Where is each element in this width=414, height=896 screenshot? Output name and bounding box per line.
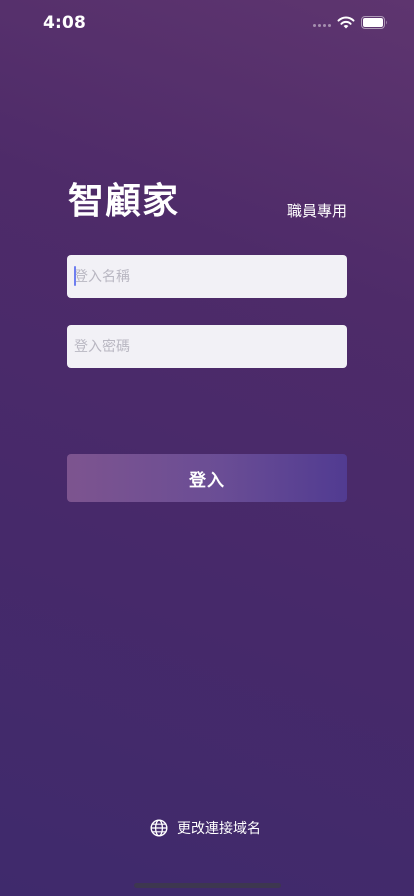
password-input[interactable] <box>67 325 347 368</box>
change-domain-label: 更改連接域名 <box>177 821 261 837</box>
battery-icon <box>361 16 387 29</box>
change-domain-button[interactable]: 更改連接域名 <box>150 818 261 838</box>
status-bar: 4:08 <box>0 0 414 46</box>
login-button[interactable]: 登入 <box>67 454 347 502</box>
status-time: 4:08 <box>43 13 87 33</box>
text-caret <box>74 266 76 286</box>
cellular-signal-icon <box>313 24 331 27</box>
wifi-icon <box>337 16 355 29</box>
globe-icon <box>150 819 168 837</box>
login-screen: 4:08 智顧家 職員專用 登入 更改連接域名 <box>0 0 414 896</box>
home-indicator[interactable] <box>134 883 281 888</box>
username-input[interactable] <box>67 255 347 298</box>
staff-only-label: 職員專用 <box>286 202 347 220</box>
app-title: 智顧家 <box>68 181 180 222</box>
